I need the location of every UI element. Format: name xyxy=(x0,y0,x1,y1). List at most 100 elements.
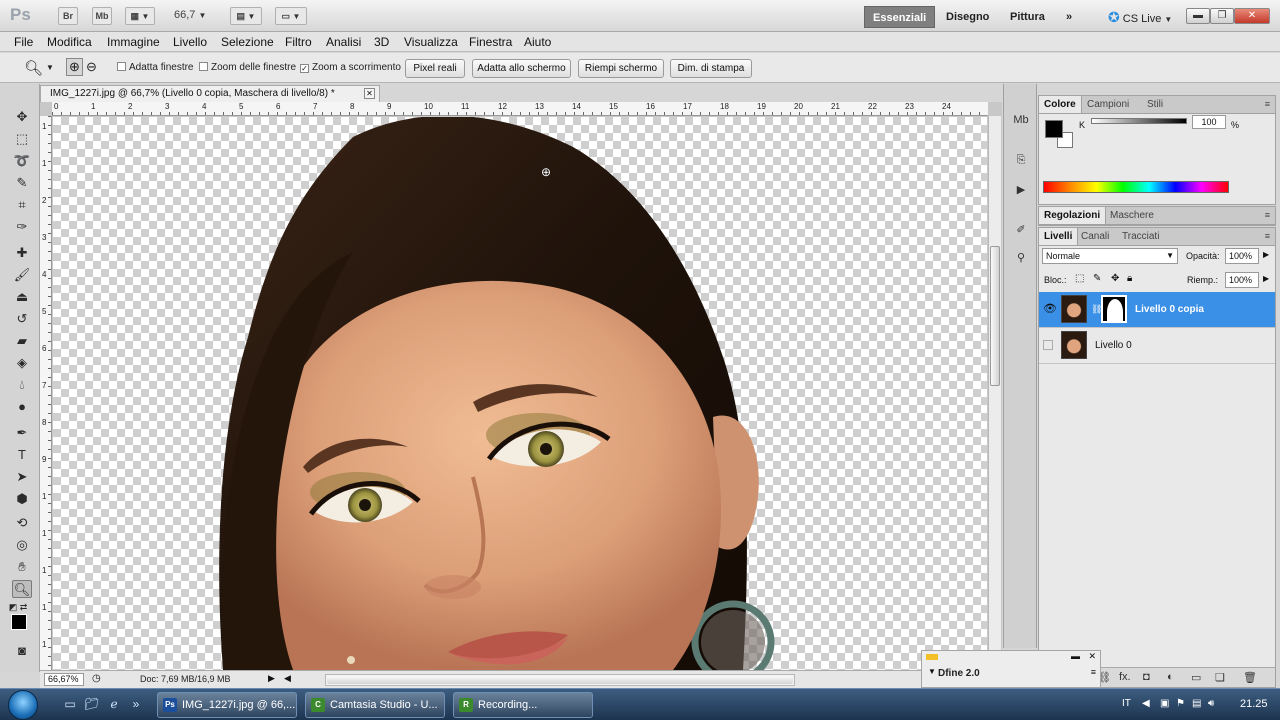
new-layer-icon[interactable]: ❏ xyxy=(1215,671,1225,684)
fill-arrow-icon[interactable]: ▶ xyxy=(1263,274,1269,283)
move-tool-icon[interactable]: ✥ xyxy=(12,108,32,126)
scroll-left-icon[interactable]: ◀ xyxy=(284,673,291,684)
minibridge-button[interactable]: Mb xyxy=(92,7,112,25)
tray-volume-icon[interactable]: 🔊︎ xyxy=(1208,698,1214,709)
delete-layer-icon[interactable]: 🗑︎ xyxy=(1243,671,1257,684)
explorer-icon[interactable]: 📁︎ xyxy=(84,696,100,712)
history-panel-icon[interactable]: ⎘ xyxy=(1012,152,1030,168)
layer-row-livello-0-copia[interactable]: 👁︎ ⛓︎ Livello 0 copia xyxy=(1039,292,1275,328)
visibility-eye-icon[interactable]: 👁︎ xyxy=(1043,302,1057,315)
horizontal-scroll-thumb[interactable] xyxy=(327,676,793,684)
opacity-arrow-icon[interactable]: ▶ xyxy=(1263,250,1269,259)
zoom-in-icon[interactable]: ⊕ xyxy=(66,58,83,76)
tab-maschere[interactable]: Maschere xyxy=(1105,207,1159,224)
eraser-tool-icon[interactable]: ▰ xyxy=(12,332,32,350)
tab-canali[interactable]: Canali xyxy=(1076,228,1114,245)
fill-field[interactable]: 100% xyxy=(1225,272,1259,288)
visibility-toggle-empty[interactable] xyxy=(1043,340,1053,350)
zoom-tool-active-icon[interactable]: 🔍︎ xyxy=(12,580,32,598)
vertical-scroll-thumb[interactable] xyxy=(990,246,1000,386)
workspace-disegno[interactable]: Disegno xyxy=(938,6,997,28)
tab-livelli[interactable]: Livelli xyxy=(1039,228,1078,245)
blend-mode-select[interactable]: Normale▼ xyxy=(1042,248,1178,264)
layer-row-livello-0[interactable]: Livello 0 xyxy=(1039,328,1275,364)
add-mask-icon[interactable]: ◘ xyxy=(1143,671,1150,683)
status-info-icon[interactable]: ◷ xyxy=(92,673,101,684)
lock-image-icon[interactable]: ✎ xyxy=(1093,273,1101,284)
blur-tool-icon[interactable]: 💧︎ xyxy=(12,376,32,394)
menu-3d[interactable]: 3D xyxy=(374,35,389,49)
dfine-collapse-icon[interactable]: ▬ xyxy=(1071,651,1080,661)
tab-tracciati[interactable]: Tracciati xyxy=(1117,228,1164,245)
new-group-icon[interactable]: ▭ xyxy=(1191,671,1201,684)
zoom-level-dropdown[interactable]: 66,7 ▼ xyxy=(174,9,206,21)
shape-tool-icon[interactable]: ⬢ xyxy=(12,490,32,508)
internet-explorer-icon[interactable]: ℯ xyxy=(106,696,122,712)
arrange-documents-button[interactable]: ▤ ▼ xyxy=(230,7,262,25)
quick-selection-tool-icon[interactable]: ✎ xyxy=(12,174,32,192)
pixel-reali-button[interactable]: Pixel reali xyxy=(405,59,465,78)
dfine-expand-icon[interactable]: ▼ xyxy=(928,667,936,676)
lock-position-icon[interactable]: ✥ xyxy=(1111,273,1119,284)
tab-colore[interactable]: Colore xyxy=(1039,96,1082,113)
adatta-schermo-button[interactable]: Adatta allo schermo xyxy=(472,59,571,78)
pen-tool-icon[interactable]: ✒ xyxy=(12,424,32,442)
menu-immagine[interactable]: Immagine xyxy=(107,35,160,49)
layer-mask-thumbnail[interactable] xyxy=(1101,295,1127,323)
taskbar-item-camtasia[interactable]: C Camtasia Studio - U... xyxy=(305,692,445,718)
dodge-tool-icon[interactable]: ● xyxy=(12,398,32,416)
menu-finestra[interactable]: Finestra xyxy=(469,35,512,49)
menu-analisi[interactable]: Analisi xyxy=(326,35,361,49)
bridge-button[interactable]: Br xyxy=(58,7,78,25)
menu-modifica[interactable]: Modifica xyxy=(47,35,92,49)
path-selection-tool-icon[interactable]: ➤ xyxy=(12,468,32,486)
tray-monitor-icon[interactable]: ▤ xyxy=(1192,698,1201,709)
dfine-close-icon[interactable]: ✕ xyxy=(1088,651,1096,662)
minimize-button[interactable]: ▬ xyxy=(1186,8,1210,24)
language-indicator[interactable]: IT xyxy=(1122,698,1131,709)
tray-network-icon[interactable]: ▣ xyxy=(1160,698,1169,709)
cs-live-button[interactable]: ✪ CS Live ▼ xyxy=(1100,6,1180,28)
marquee-tool-icon[interactable]: ⬚ xyxy=(12,130,32,148)
quick-mask-icon[interactable]: ◙ xyxy=(12,642,32,660)
dim-stampa-button[interactable]: Dim. di stampa xyxy=(670,59,752,78)
layers-panel-menu-icon[interactable]: ≡ xyxy=(1265,231,1270,241)
menu-selezione[interactable]: Selezione xyxy=(221,35,274,49)
taskbar-item-photoshop[interactable]: Ps IMG_1227i.jpg @ 66,... xyxy=(157,692,297,718)
image-canvas[interactable]: ⊕ xyxy=(53,117,987,670)
actions-panel-icon[interactable]: ▶ xyxy=(1012,182,1030,198)
workspace-essenziali[interactable]: Essenziali xyxy=(864,6,935,28)
color-spectrum-bar[interactable] xyxy=(1043,181,1229,193)
3d-rotate-tool-icon[interactable]: ⟲ xyxy=(12,514,32,532)
k-value-field[interactable]: 100 xyxy=(1192,115,1226,129)
history-brush-tool-icon[interactable]: ↺ xyxy=(12,310,32,328)
clone-source-panel-icon[interactable]: ⚲ xyxy=(1012,250,1030,266)
horizontal-scrollbar[interactable] xyxy=(325,674,795,686)
menu-livello[interactable]: Livello xyxy=(173,35,207,49)
hand-tool-icon[interactable]: ✋︎ xyxy=(12,558,32,576)
status-zoom-field[interactable]: 66,67% xyxy=(44,673,84,686)
tab-stili[interactable]: Stili xyxy=(1142,96,1168,113)
maximize-button[interactable]: ❐ xyxy=(1210,8,1234,24)
minibridge-panel-icon[interactable]: Mb xyxy=(1012,112,1030,128)
color-panel-menu-icon[interactable]: ≡ xyxy=(1265,99,1270,109)
workspace-pittura[interactable]: Pittura xyxy=(1002,6,1053,28)
k-slider[interactable] xyxy=(1091,118,1187,124)
more-workspaces-icon[interactable]: » xyxy=(1058,6,1080,28)
lock-all-icon[interactable]: 🔒︎ xyxy=(1127,273,1132,284)
gradient-tool-icon[interactable]: ◈ xyxy=(12,354,32,372)
dfine-menu-icon[interactable]: ≡ xyxy=(1091,667,1096,677)
tray-arrow-icon[interactable]: ◀ xyxy=(1142,698,1150,709)
foreground-color-box[interactable] xyxy=(1045,120,1063,138)
taskbar-item-recording[interactable]: R Recording... xyxy=(453,692,593,718)
brush-panel-icon[interactable]: ✐ xyxy=(1012,222,1030,238)
adjustment-layer-icon[interactable]: ◐ xyxy=(1167,671,1174,683)
foreground-color-swatch[interactable] xyxy=(11,614,27,630)
clone-stamp-tool-icon[interactable]: ⏏ xyxy=(12,288,32,306)
zoom-out-icon[interactable]: ⊖ xyxy=(86,59,97,75)
status-menu-arrow-icon[interactable]: ▶ xyxy=(268,673,275,684)
tray-flag-icon[interactable]: ⚑ xyxy=(1176,698,1185,709)
healing-brush-tool-icon[interactable]: ✚ xyxy=(12,244,32,262)
3d-orbit-tool-icon[interactable]: ◎ xyxy=(12,536,32,554)
tab-campioni[interactable]: Campioni xyxy=(1082,96,1134,113)
